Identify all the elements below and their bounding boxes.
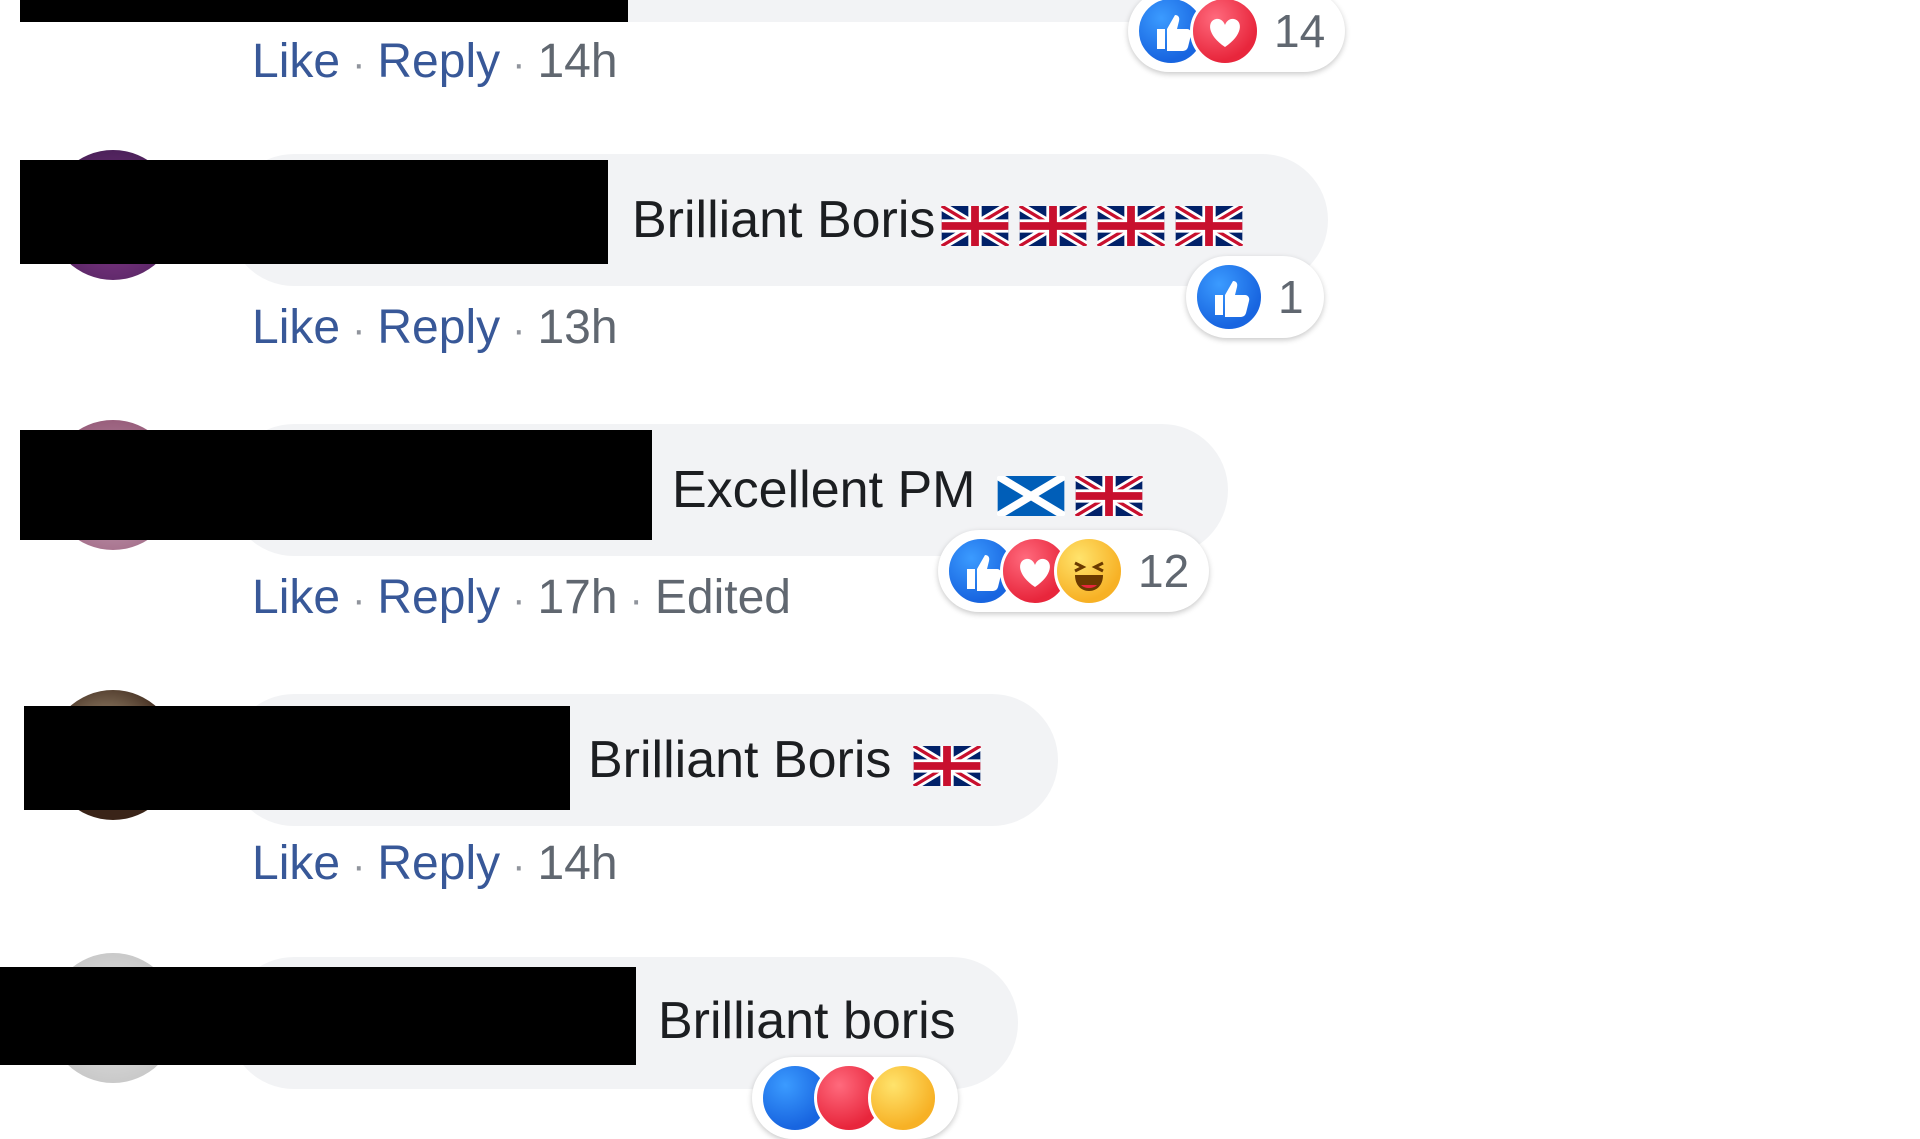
comment-item: Brilliant boris — [0, 945, 1400, 1139]
comment-item: 14 Like · Reply · 14h — [0, 0, 1400, 100]
union-jack-flag-icon — [911, 739, 984, 791]
redacted-name — [20, 0, 628, 22]
reply-link[interactable]: Reply — [377, 301, 500, 354]
flag-emojis — [939, 199, 1246, 251]
separator: · — [629, 578, 643, 622]
edited-label[interactable]: Edited — [655, 571, 791, 624]
like-reaction-icon — [1194, 262, 1264, 332]
redacted-name — [24, 706, 570, 810]
timestamp[interactable]: 13h — [537, 301, 617, 354]
like-link[interactable]: Like — [252, 35, 340, 88]
union-jack-flag-icon — [1095, 199, 1168, 251]
comment-actions: Like · Reply · 13h — [252, 300, 618, 358]
scotland-flag-icon — [996, 469, 1067, 520]
union-jack-flag-icon — [939, 199, 1012, 251]
comment-text: Brilliant boris — [658, 992, 956, 1050]
union-jack-flag-icon — [1073, 469, 1146, 521]
comment-text-row: Excellent PM — [672, 460, 1146, 521]
comment-text: Excellent PM — [672, 461, 976, 519]
reaction-summary[interactable] — [752, 1057, 958, 1139]
separator: · — [352, 578, 366, 622]
timestamp[interactable]: 14h — [537, 35, 617, 88]
separator: · — [512, 578, 526, 622]
redacted-name — [0, 967, 636, 1065]
reaction-summary[interactable]: 14 — [1128, 0, 1346, 72]
like-link[interactable]: Like — [252, 301, 340, 354]
separator: · — [352, 42, 366, 86]
reaction-count: 12 — [1138, 545, 1190, 597]
union-jack-flag-icon — [1173, 199, 1246, 251]
reply-link[interactable]: Reply — [377, 35, 500, 88]
haha-reaction-icon — [868, 1063, 938, 1133]
timestamp[interactable]: 14h — [537, 837, 617, 890]
reply-link[interactable]: Reply — [377, 571, 500, 624]
flag-emojis — [996, 469, 1146, 521]
redacted-name — [20, 430, 652, 540]
comment-actions: Like · Reply · 14h — [252, 34, 618, 92]
comment-item: Brilliant Boris Like · Reply · 14h — [0, 680, 1400, 910]
separator: · — [352, 844, 366, 888]
comment-text-row: Brilliant Boris — [632, 190, 1246, 251]
separator: · — [512, 308, 526, 352]
comment-text-row: Brilliant Boris — [588, 730, 984, 791]
separator: · — [352, 308, 366, 352]
union-jack-flag-icon — [1017, 199, 1090, 251]
comment-actions: Like · Reply · 17h · Edited — [252, 570, 791, 628]
redacted-name — [20, 160, 608, 264]
comment-item: Excellent PM 12 Like · Reply · 17h · Edited — [0, 410, 1400, 640]
flag-emojis — [911, 739, 984, 791]
reaction-summary[interactable]: 12 — [938, 530, 1210, 612]
reaction-count: 14 — [1274, 5, 1326, 57]
comment-text: Brilliant Boris — [632, 191, 936, 249]
timestamp[interactable]: 17h — [537, 571, 617, 624]
reaction-summary[interactable]: 1 — [1186, 256, 1324, 338]
separator: · — [512, 42, 526, 86]
comment-item: Brilliant Boris 1 Like · Reply · 13h — [0, 140, 1400, 370]
reaction-count: 1 — [1278, 271, 1304, 323]
comment-text: Brilliant Boris — [588, 731, 892, 789]
reply-link[interactable]: Reply — [377, 837, 500, 890]
comment-actions: Like · Reply · 14h — [252, 836, 618, 894]
love-reaction-icon — [1190, 0, 1260, 66]
haha-reaction-icon — [1054, 536, 1124, 606]
separator: · — [512, 844, 526, 888]
comment-text-row: Brilliant boris — [658, 991, 956, 1051]
like-link[interactable]: Like — [252, 571, 340, 624]
like-link[interactable]: Like — [252, 837, 340, 890]
